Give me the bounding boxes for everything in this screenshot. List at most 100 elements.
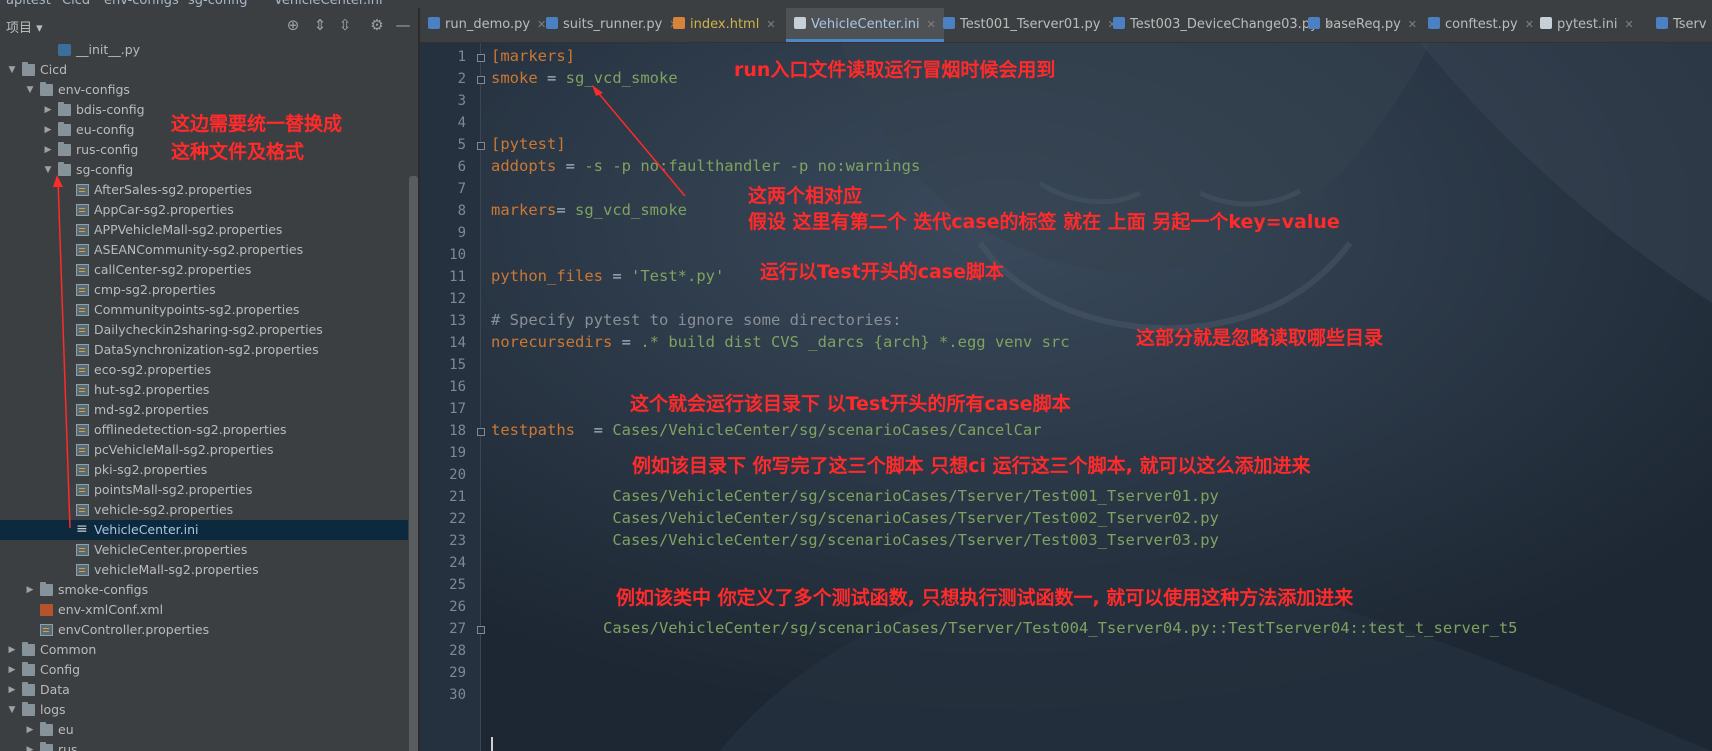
code-line: norecursedirs = .* build dist CVS _darcs… <box>491 333 1070 351</box>
editor-tab[interactable]: Test001_Tserver01.py✕ <box>935 8 1125 42</box>
tree-item[interactable]: pki-sg2.properties <box>0 460 408 480</box>
code-editor[interactable]: 1 2 3 4 5 6 7 8 9 10 11 12 13 14 15 16 17 18 19 20 21 22 23 24 2… <box>420 43 1712 751</box>
code-line: [markers] <box>491 47 575 65</box>
folder-icon <box>22 642 35 656</box>
window-title-bar: apitest Cicd env-configs sg-config Vehic… <box>0 0 1712 8</box>
chevron-down-icon[interactable]: ▼ <box>42 160 54 180</box>
close-tab-icon[interactable]: ✕ <box>1625 18 1634 31</box>
chevron-right-icon[interactable]: ▶ <box>6 660 18 680</box>
properties-file-icon <box>76 564 89 576</box>
py-file-icon <box>1428 17 1440 29</box>
chevron-right-icon[interactable]: ▶ <box>42 120 54 140</box>
editor-tab[interactable]: run_demo.py ✕ <box>420 8 554 42</box>
editor-tab[interactable]: VehicleCenter.ini ✕ <box>786 8 944 42</box>
tree-item[interactable]: env-xmlConf.xml <box>0 600 408 620</box>
tree-item[interactable]: pcVehicleMall-sg2.properties <box>0 440 408 460</box>
fold-marker-icon[interactable] <box>477 428 485 436</box>
tree-item-label: AfterSales-sg2.properties <box>94 182 252 197</box>
chevron-down-icon[interactable]: ▼ <box>24 80 36 100</box>
tree-item[interactable]: ▶ Data <box>0 680 408 700</box>
tree-item[interactable]: VehicleCenter.ini <box>0 519 408 540</box>
chevron-right-icon[interactable]: ▶ <box>42 140 54 160</box>
tree-item[interactable]: AppCar-sg2.properties <box>0 200 408 220</box>
collapse-all-icon[interactable]: ⇳ <box>334 14 356 36</box>
properties-file-icon <box>76 364 89 376</box>
py-file-icon <box>943 17 955 29</box>
chevron-right-icon[interactable]: ▶ <box>24 740 36 751</box>
chevron-right-icon[interactable]: ▶ <box>24 580 36 600</box>
tree-item[interactable]: ▼ Cicd <box>0 60 408 80</box>
editor-tab[interactable]: pytest.ini ✕ <box>1532 8 1642 42</box>
project-panel-toolbar: 项目 ▾ ⊕ ⇕ ⇳ ⚙ — <box>0 8 418 42</box>
tree-item[interactable]: hut-sg2.properties <box>0 380 408 400</box>
tree-item[interactable]: vehicleMall-sg2.properties <box>0 560 408 580</box>
chevron-right-icon[interactable]: ▶ <box>42 100 54 120</box>
editor-tab-label: Tserv <box>1673 17 1707 32</box>
tree-item[interactable]: md-sg2.properties <box>0 400 408 420</box>
fold-marker-icon[interactable] <box>477 142 485 150</box>
tree-item-label: cmp-sg2.properties <box>94 282 216 297</box>
tree-item[interactable]: eco-sg2.properties <box>0 360 408 380</box>
annotation-testpaths: 这个就会运行该目录下 以Test开头的所有case脚本 <box>630 393 1071 415</box>
tree-item[interactable]: VehicleCenter.properties <box>0 540 408 560</box>
line-number: 13 <box>449 313 466 329</box>
tree-item[interactable]: ▼ logs <box>0 700 408 720</box>
line-number: 10 <box>449 247 466 263</box>
breadcrumb-file[interactable]: VehicleCenter.ini <box>274 0 383 8</box>
tree-item[interactable]: Communitypoints-sg2.properties <box>0 300 408 320</box>
tree-item[interactable]: callCenter-sg2.properties <box>0 260 408 280</box>
tree-item-label: smoke-configs <box>58 582 149 597</box>
breadcrumb-sg-config[interactable]: sg-config <box>188 0 248 8</box>
tree-item[interactable]: ▶ Config <box>0 660 408 680</box>
tree-item[interactable]: cmp-sg2.properties <box>0 280 408 300</box>
tree-item[interactable]: AfterSales-sg2.properties <box>0 180 408 200</box>
tree-item[interactable]: ▶ Common <box>0 640 408 660</box>
project-panel-title[interactable]: 项目 ▾ <box>6 17 43 36</box>
line-number: 4 <box>457 115 466 131</box>
fold-marker-icon[interactable] <box>477 76 485 84</box>
breadcrumb-cicd[interactable]: Cicd <box>62 0 90 8</box>
tree-item[interactable]: ▶ eu <box>0 720 408 740</box>
editor-tab[interactable]: index.html ✕ <box>665 8 784 42</box>
tree-item[interactable]: Dailycheckin2sharing-sg2.properties <box>0 320 408 340</box>
folder-icon <box>22 662 35 676</box>
tree-item[interactable]: pointsMall-sg2.properties <box>0 480 408 500</box>
properties-file-icon <box>76 404 89 416</box>
chevron-right-icon[interactable]: ▶ <box>24 720 36 740</box>
chevron-right-icon[interactable]: ▶ <box>6 680 18 700</box>
close-tab-icon[interactable]: ✕ <box>1408 18 1417 31</box>
gear-icon[interactable]: ⚙ <box>366 14 388 36</box>
tree-item[interactable]: ▶ smoke-configs <box>0 580 408 600</box>
tree-item[interactable]: APPVehicleMall-sg2.properties <box>0 220 408 240</box>
editor-tab[interactable]: baseReq.py ✕ <box>1300 8 1425 42</box>
tree-item[interactable]: vehicle-sg2.properties <box>0 500 408 520</box>
tree-item[interactable]: ▶ rus <box>0 740 408 751</box>
tree-item-label: Cicd <box>40 62 68 77</box>
tree-item[interactable]: envController.properties <box>0 620 408 640</box>
tree-item[interactable]: DataSynchronization-sg2.properties <box>0 340 408 360</box>
tree-item[interactable]: __init__.py <box>0 40 408 60</box>
chevron-down-icon[interactable]: ▼ <box>6 700 18 720</box>
editor-tab-label: baseReq.py <box>1325 17 1401 32</box>
tree-item[interactable]: ▼ env-configs <box>0 80 408 100</box>
properties-file-icon <box>76 424 89 436</box>
fold-marker-icon[interactable] <box>477 54 485 62</box>
fold-marker-icon[interactable] <box>477 626 485 634</box>
editor-tab[interactable]: conftest.py ✕ <box>1420 8 1542 42</box>
tree-item[interactable]: offlinedetection-sg2.properties <box>0 420 408 440</box>
tree-scrollbar[interactable] <box>409 176 418 751</box>
close-tab-icon[interactable]: ✕ <box>766 18 775 31</box>
chevron-right-icon[interactable]: ▶ <box>6 640 18 660</box>
line-number: 23 <box>449 533 466 549</box>
line-number: 8 <box>457 203 466 219</box>
locate-icon[interactable]: ⊕ <box>282 14 304 36</box>
hide-panel-icon[interactable]: — <box>392 14 414 36</box>
expand-all-icon[interactable]: ⇕ <box>309 14 331 36</box>
editor-tab-label: pytest.ini <box>1557 17 1618 32</box>
editor-tab[interactable]: Tserv <box>1648 8 1712 42</box>
breadcrumb-project[interactable]: apitest <box>6 0 51 8</box>
chevron-down-icon[interactable]: ▼ <box>6 60 18 80</box>
tree-item[interactable]: ASEANCommunity-sg2.properties <box>0 240 408 260</box>
breadcrumb-env-configs[interactable]: env-configs <box>104 0 179 8</box>
tree-item-label: eco-sg2.properties <box>94 362 212 377</box>
